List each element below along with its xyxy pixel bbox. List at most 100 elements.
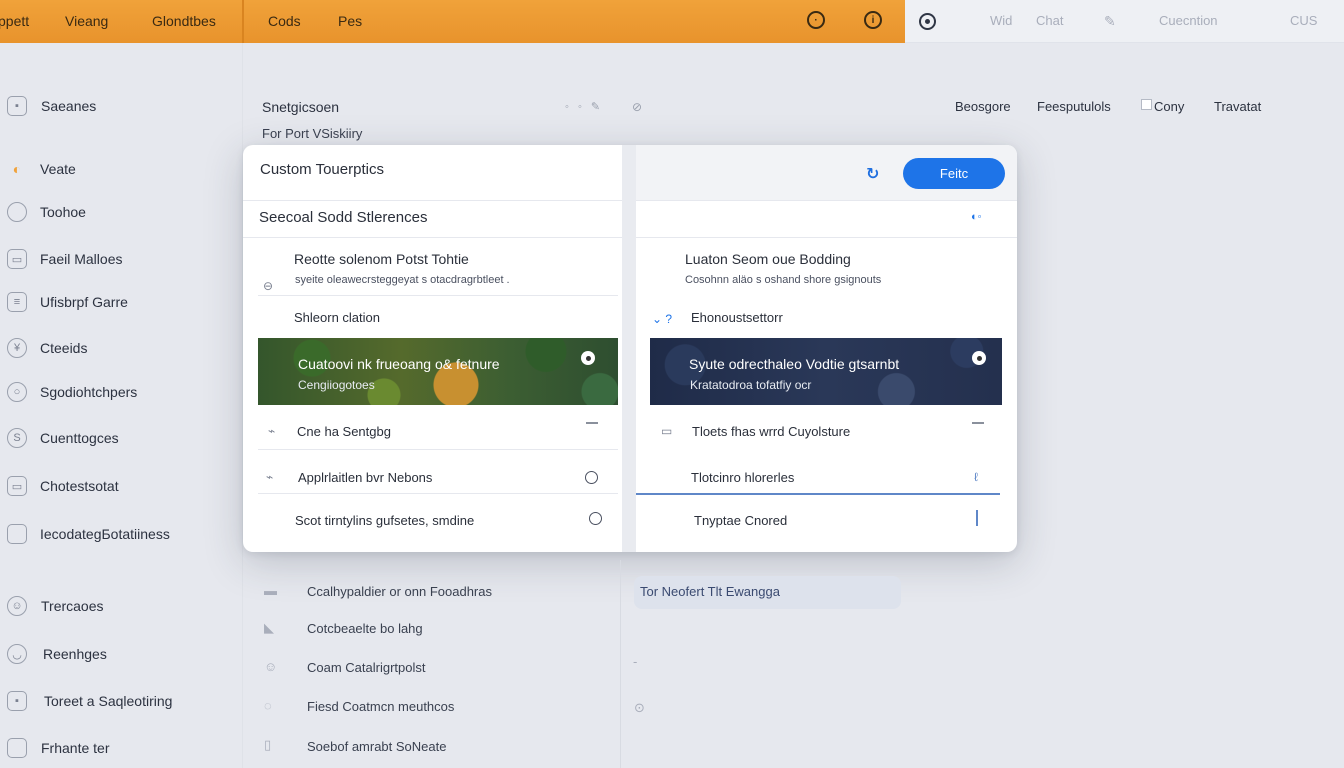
attachment-icon[interactable]: ⊘ (632, 100, 642, 114)
topbar-item-cods[interactable]: Cods (268, 13, 301, 29)
checkbox[interactable] (1141, 99, 1152, 110)
nav-item-0[interactable]: Beosgore (955, 99, 1011, 114)
link-icon: ⌁ (268, 424, 276, 438)
primary-button[interactable]: Feitc (903, 158, 1005, 189)
sidebar-item-label: Chotestsotat (40, 478, 119, 494)
drag-handle-icon[interactable] (976, 510, 978, 526)
radio-selected-icon[interactable] (972, 351, 986, 365)
custom-dialog: Custom Touerptics ↻ Feitc Seecoal Sodd S… (243, 145, 1017, 552)
sidebar-item-label: Trercaoes (41, 598, 104, 614)
banner-title: Syute odrecthaleo Vodtie gtsarnbt (689, 356, 900, 372)
bulb-icon: ○ (7, 382, 27, 402)
edit-icon[interactable]: ◦ ◦ ✎ (565, 100, 603, 113)
nav-item-2[interactable]: Cony (1154, 99, 1184, 114)
topright-item-question[interactable]: Cuecntion (1159, 13, 1218, 28)
left-section-label: Shleorn clation (294, 310, 380, 325)
divider (258, 295, 618, 296)
minus-icon: - (633, 654, 638, 669)
circle-icon: S (7, 428, 27, 448)
square-icon: ▭ (7, 476, 27, 496)
right-row-0[interactable]: Tloets fhas wrrd Cuyolsture (692, 424, 850, 439)
right-banner[interactable]: Syute odrecthaleo Vodtie gtsarnbt Kratat… (650, 338, 1002, 405)
sidebar-item-label: Reenhges (43, 646, 107, 662)
right-description: Cosohnn aläo s oshand shore gsignouts (685, 274, 882, 286)
top-right-bar: Wid Chat ✎ Cuecntion CUS (905, 0, 1344, 43)
sidebar: ▪ Saeanes ◐ Veate Toohoe ▭ Faeil Malloes… (0, 43, 242, 768)
sidebar-item-label: Sgodiohtchpers (40, 384, 138, 400)
topright-item-wid[interactable]: Wid (990, 13, 1012, 28)
minus-icon[interactable] (972, 422, 984, 424)
topright-item-chat[interactable]: Chat (1036, 13, 1063, 28)
sidebar-item-label: Toreet a Saqleotiring (44, 693, 173, 709)
list-item[interactable]: Soebof amrabt SoNeate (307, 739, 446, 754)
square-icon (7, 202, 27, 222)
sort-icon[interactable]: ℓ (974, 470, 978, 484)
dialog-title: Custom Touerptics (260, 161, 384, 178)
bulb-icon: ◐ (12, 161, 22, 177)
right-row-2[interactable]: Tnyptae Cnored (694, 513, 787, 528)
radio-icon[interactable] (585, 471, 598, 484)
sidebar-item-label: Cuenttogces (40, 430, 119, 446)
radio-icon[interactable] (589, 512, 602, 525)
radio-icon[interactable]: ⊖ (263, 279, 273, 293)
topright-item-cus[interactable]: CUS (1290, 13, 1317, 28)
square-icon: ▪ (7, 691, 27, 711)
left-heading: Reotte solenom Potst Tohtie (294, 251, 469, 267)
list-item[interactable]: Ccalhypaldier or onn Fooadhras (307, 584, 492, 599)
sidebar-item-label: Saeanes (41, 98, 97, 114)
dialog-subtitle: Seecoal Sodd Stlerences (259, 209, 428, 226)
help-icon[interactable]: ↻ (866, 164, 879, 184)
left-row-2[interactable]: Scot tirntylins gufsetes, smdine (295, 513, 474, 528)
circle-icon: ◡ (7, 644, 27, 664)
banner-title: Cuatoovi nk frueoang o& fetnure (298, 356, 500, 372)
content-divider (620, 560, 621, 768)
radio-selected-icon[interactable] (581, 351, 595, 365)
list-item[interactable]: Fiesd Coatmcn meuthcos (307, 699, 454, 714)
folder-icon: ▬ (264, 583, 277, 598)
topbar-item-pes[interactable]: Pes (338, 13, 362, 29)
sidebar-item-label: Ufisbrpf Garre (40, 294, 128, 310)
square-icon (7, 738, 27, 758)
highlighted-item-label: Tor Neofert Tlt Ewangga (640, 584, 780, 599)
target-icon[interactable] (919, 13, 936, 30)
left-banner[interactable]: Cuatoovi nk frueoang o& fetnure Cengiiog… (258, 338, 618, 405)
sidebar-item-label: IecodategБotatiiness (40, 526, 170, 542)
nav-item-3[interactable]: Travatat (1214, 99, 1261, 114)
tag-icon: ◣ (264, 620, 274, 635)
sidebar-item-label: Faeil Malloes (40, 251, 123, 267)
sidebar-item-label: Cteeids (40, 340, 88, 356)
left-row-0[interactable]: Cne ha Sentgbg (297, 424, 391, 439)
people-icon: ☺ (264, 659, 278, 674)
info-icon[interactable]: i (864, 11, 882, 29)
square-icon: ▭ (7, 249, 27, 269)
banner-subtitle: Cengiiogotoes (298, 378, 375, 392)
list-item[interactable]: Cotcbeaelte bo lahg (307, 621, 423, 636)
document-icon: ▯ (264, 737, 272, 752)
lock-icon: ◌ (264, 698, 272, 713)
nav-item-1[interactable]: Feesputulols (1037, 99, 1111, 114)
sidebar-item-label: Veate (40, 161, 76, 177)
toggle-icon[interactable]: ◐◦ (971, 211, 982, 223)
sidebar-item-label: Toohoe (40, 204, 86, 220)
sidebar-item-label: Frhante ter (41, 740, 110, 756)
topbar-item-ppett[interactable]: ppett (0, 13, 29, 29)
right-heading: Luaton Seom oue Bodding (685, 251, 851, 267)
people-icon: ☺ (7, 596, 27, 616)
minus-icon[interactable] (586, 422, 598, 424)
list-item[interactable]: Coam Catalrigrtpolst (307, 660, 426, 675)
banner-subtitle: Kratatodroa tofatfiy ocr (690, 378, 812, 392)
active-underline (636, 493, 1000, 495)
right-section-label: Ehonoustsettorr (691, 310, 783, 325)
circle-icon: ¥ (7, 338, 27, 358)
smile-icon[interactable]: · (807, 11, 825, 29)
sliders-icon: ≡ (7, 292, 27, 312)
pencil-icon[interactable]: ✎ (1104, 13, 1116, 30)
topbar-item-guidelines[interactable]: Glondtbes (152, 13, 216, 29)
top-bar: ppett Vieang Glondtbes Cods Pes · i (0, 0, 905, 43)
square-icon: ▪ (7, 96, 27, 116)
right-row-1[interactable]: Tlotcinro hlorerles (691, 470, 794, 485)
divider (258, 449, 618, 450)
clip-icon: ⊙ (634, 700, 645, 715)
left-row-1[interactable]: Applrlaitlen bvr Nebons (298, 470, 432, 485)
topbar-item-viewing[interactable]: Vieang (65, 13, 108, 29)
